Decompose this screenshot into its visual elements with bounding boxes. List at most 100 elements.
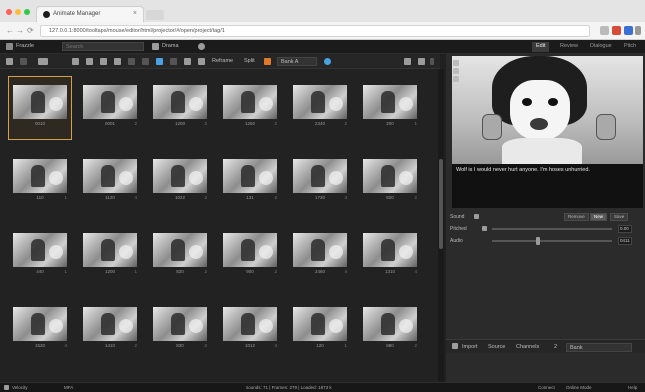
shot-thumbnail[interactable]: 131 2 (219, 151, 281, 213)
sound-icon[interactable] (474, 214, 479, 219)
tab-pitch[interactable]: Pitch (620, 42, 640, 52)
scrollbar-thumb[interactable] (439, 159, 443, 249)
audio-value[interactable]: 0411 (618, 237, 632, 245)
thumbnail-image (153, 85, 207, 119)
import-button[interactable]: Import (462, 344, 478, 350)
character-hand (482, 114, 502, 140)
shot-thumbnail[interactable]: 2340 2 (289, 77, 351, 139)
connect-link[interactable]: Connect (538, 385, 555, 390)
shot-thumbnail[interactable]: 1012 4 (219, 299, 281, 361)
bank-select[interactable]: Bank A (277, 57, 317, 66)
maximize-window-button[interactable] (24, 9, 30, 15)
color-picker-icon[interactable] (324, 58, 331, 65)
split-button[interactable]: Split (244, 58, 255, 64)
pitch-slider[interactable] (492, 228, 612, 230)
pitch-icon[interactable] (482, 226, 487, 231)
layers-icon[interactable] (38, 58, 48, 65)
forward-icon[interactable]: → (16, 26, 24, 35)
shot-thumbnail[interactable]: 1410 2 (79, 299, 141, 361)
dialogue-caption[interactable]: Wolf is I would never hurt anyone. I'm h… (452, 164, 643, 208)
new-button[interactable]: New (590, 213, 608, 221)
panel-footer: Import Source Channels 2 Bank (446, 339, 645, 353)
shot-thumbnail[interactable]: 0001 2 (79, 77, 141, 139)
grid-icon[interactable] (152, 43, 159, 50)
color-icon[interactable] (156, 58, 163, 65)
bank-dropdown[interactable]: Bank (566, 343, 632, 352)
browser-tab[interactable]: Animate Manager × (36, 6, 144, 22)
shot-thumbnail[interactable]: 1530 4 (9, 299, 71, 361)
back-icon[interactable]: ← (6, 26, 14, 35)
help-link[interactable]: Help (628, 385, 637, 390)
brush-icon[interactable] (453, 76, 459, 82)
shot-preview[interactable] (452, 56, 643, 164)
grid-scrollbar[interactable] (438, 69, 444, 382)
shot-thumbnail[interactable]: 820 2 (359, 151, 421, 213)
bucket-icon[interactable] (128, 58, 135, 65)
channels-value[interactable]: 2 (554, 344, 557, 350)
audio-slider-knob[interactable] (536, 237, 540, 245)
shot-thumbnail[interactable]: 1200 2 (149, 77, 211, 139)
shot-count: 2 (204, 269, 207, 274)
new-tab-button[interactable] (146, 10, 164, 20)
bank-color-icon[interactable] (264, 58, 271, 65)
menu-label[interactable]: Drama (162, 43, 179, 49)
close-tab-icon[interactable]: × (133, 10, 137, 17)
audio-slider[interactable] (492, 240, 612, 242)
frame-icon[interactable] (142, 58, 149, 65)
shot-thumbnail[interactable]: 200 1 (359, 77, 421, 139)
bookmark-icon[interactable] (600, 26, 609, 35)
shot-thumbnail[interactable]: 820 2 (149, 225, 211, 287)
reload-icon[interactable]: ⟳ (27, 26, 34, 35)
shot-thumbnail[interactable]: 1022 2 (149, 151, 211, 213)
tab-edit[interactable]: Edit (532, 42, 550, 52)
pencil-icon[interactable] (453, 60, 459, 66)
url-input[interactable]: 127.0.0.1:8000/tooltaps/mouse/editor/htm… (40, 25, 590, 37)
trash-icon[interactable] (100, 58, 107, 65)
more-icon[interactable] (430, 58, 434, 65)
shot-count: 2 (414, 195, 417, 200)
import-icon[interactable] (452, 343, 458, 349)
eye-icon[interactable] (114, 58, 121, 65)
extension-icon[interactable] (624, 26, 633, 35)
reframe-button[interactable]: Reframe (212, 58, 233, 64)
tab-dialogue[interactable]: Dialogue (586, 42, 616, 52)
extension-icon[interactable] (612, 26, 621, 35)
shot-thumbnail[interactable]: 120 1 (289, 299, 351, 361)
pencil-icon[interactable] (20, 58, 27, 65)
close-window-button[interactable] (6, 9, 12, 15)
tab-review[interactable]: Review (556, 42, 582, 52)
frame-icon[interactable] (184, 58, 191, 65)
shot-thumbnail[interactable]: 830 2 (149, 299, 211, 361)
eraser-icon[interactable] (453, 68, 459, 74)
shot-thumbnail[interactable]: 0010 (8, 76, 72, 140)
shot-thumbnail[interactable]: 1200 1 (79, 225, 141, 287)
project-label[interactable]: Frazzle (16, 43, 34, 49)
remove-button[interactable]: Remove (564, 213, 589, 221)
eye-icon[interactable] (170, 58, 177, 65)
bank-select-label: Bank A (281, 59, 299, 65)
save-button[interactable]: Save (610, 213, 629, 221)
shot-thumbnail[interactable]: 2460 4 (289, 225, 351, 287)
shot-thumbnail[interactable]: 440 1 (9, 225, 71, 287)
shot-thumbnail[interactable]: 1730 4 (289, 151, 351, 213)
settings-icon[interactable] (198, 43, 205, 50)
source-button[interactable]: Source (488, 344, 505, 350)
pencil-icon[interactable] (198, 58, 205, 65)
shot-thumbnail[interactable]: 900 2 (219, 225, 281, 287)
grid-icon[interactable] (72, 58, 79, 65)
shot-thumbnail[interactable]: 1250 2 (219, 77, 281, 139)
folder-icon[interactable] (404, 58, 411, 65)
shot-thumbnail[interactable]: 110 1 (9, 151, 71, 213)
online-mode-link[interactable]: Online Mode (566, 385, 592, 390)
shot-thumbnail[interactable]: 1310 4 (359, 225, 421, 287)
pitch-value[interactable]: 0.00 (618, 225, 632, 233)
shot-count: 2 (274, 269, 277, 274)
minimize-window-button[interactable] (15, 9, 21, 15)
download-icon[interactable] (418, 58, 425, 65)
menu-icon[interactable] (635, 26, 641, 35)
shot-thumbnail[interactable]: 880 2 (359, 299, 421, 361)
back-icon[interactable] (6, 58, 13, 65)
shot-thumbnail[interactable]: 1120 4 (79, 151, 141, 213)
search-input[interactable]: Search (62, 42, 144, 51)
list-icon[interactable] (86, 58, 93, 65)
